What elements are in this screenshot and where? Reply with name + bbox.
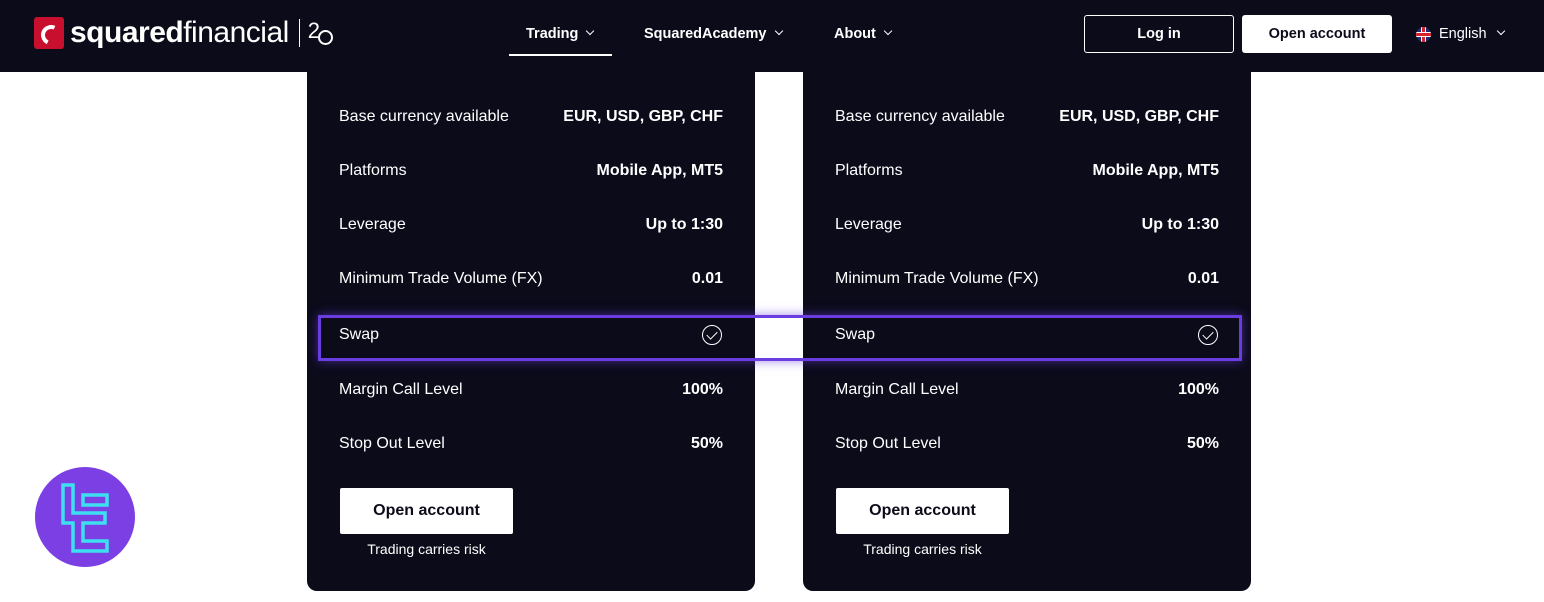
row-label: Leverage	[339, 216, 406, 233]
badge-logo-icon	[61, 483, 109, 553]
language-selector[interactable]: English	[1416, 22, 1505, 46]
open-account-button[interactable]: Open account	[1242, 15, 1392, 53]
row-margin-call: Margin Call Level 100%	[339, 378, 723, 402]
row-label: Stop Out Level	[339, 435, 445, 452]
nav-squaredacademy-label: SquaredAcademy	[644, 26, 767, 42]
top-navbar: squaredfinancial 2 Trading SquaredAcadem…	[0, 0, 1544, 72]
risk-disclaimer: Trading carries risk	[863, 541, 982, 557]
brand-name: squaredfinancial	[70, 16, 289, 50]
login-button[interactable]: Log in	[1084, 15, 1234, 53]
chevron-down-icon	[586, 28, 594, 36]
row-label: Platforms	[339, 162, 407, 179]
row-margin-call: Margin Call Level 100%	[835, 378, 1219, 402]
risk-disclaimer: Trading carries risk	[367, 541, 486, 557]
nav-trading[interactable]: Trading	[526, 22, 594, 46]
row-label: Minimum Trade Volume (FX)	[339, 270, 543, 287]
row-label: Minimum Trade Volume (FX)	[835, 270, 1039, 287]
row-label: Base currency available	[835, 108, 1005, 125]
row-value: 0.01	[1187, 270, 1219, 287]
swap-highlight-box	[318, 315, 1242, 361]
brand-name-bold: squared	[70, 16, 184, 49]
row-min-trade-volume: Minimum Trade Volume (FX) 0.01	[835, 267, 1219, 291]
card-open-account-button[interactable]: Open account	[340, 488, 513, 534]
nav-active-underline	[509, 54, 612, 56]
row-base-currency: Base currency available EUR, USD, GBP, C…	[339, 105, 723, 129]
logo-separator	[298, 19, 300, 47]
row-label: Platforms	[835, 162, 903, 179]
anniversary-mark: 2	[308, 18, 334, 48]
row-stop-out: Stop Out Level 50%	[339, 432, 723, 456]
row-label: Margin Call Level	[835, 381, 959, 398]
row-label: Leverage	[835, 216, 902, 233]
floating-badge[interactable]	[35, 467, 135, 567]
row-value: 0.01	[691, 270, 723, 287]
chevron-down-icon	[775, 28, 783, 36]
row-value: EUR, USD, GBP, CHF	[1059, 108, 1219, 125]
brand-logo[interactable]: squaredfinancial 2	[34, 16, 334, 50]
row-leverage: Leverage Up to 1:30	[339, 213, 723, 237]
row-platforms: Platforms Mobile App, MT5	[835, 159, 1219, 183]
anniversary-ring-icon	[317, 30, 333, 45]
row-value: Up to 1:30	[1141, 216, 1219, 233]
logo-mark-icon	[34, 17, 64, 49]
row-leverage: Leverage Up to 1:30	[835, 213, 1219, 237]
nav-squaredacademy[interactable]: SquaredAcademy	[644, 22, 783, 46]
row-platforms: Platforms Mobile App, MT5	[339, 159, 723, 183]
row-value: 50%	[1186, 435, 1219, 452]
chevron-down-icon	[1497, 28, 1505, 36]
row-label: Margin Call Level	[339, 381, 463, 398]
row-value: 100%	[1178, 381, 1219, 398]
language-label: English	[1439, 26, 1487, 42]
row-value: 50%	[690, 435, 723, 452]
chevron-down-icon	[884, 28, 892, 36]
row-value: Up to 1:30	[645, 216, 723, 233]
row-label: Stop Out Level	[835, 435, 941, 452]
nav-trading-label: Trading	[526, 26, 579, 42]
row-value: Mobile App, MT5	[596, 162, 723, 179]
uk-flag-icon	[1416, 26, 1431, 42]
row-value: EUR, USD, GBP, CHF	[563, 108, 723, 125]
nav-about-label: About	[834, 26, 876, 42]
card-open-account-button[interactable]: Open account	[836, 488, 1009, 534]
row-value: Mobile App, MT5	[1092, 162, 1219, 179]
nav-about[interactable]: About	[834, 22, 892, 46]
row-label: Base currency available	[339, 108, 509, 125]
row-value: 100%	[682, 381, 723, 398]
row-base-currency: Base currency available EUR, USD, GBP, C…	[835, 105, 1219, 129]
row-stop-out: Stop Out Level 50%	[835, 432, 1219, 456]
row-min-trade-volume: Minimum Trade Volume (FX) 0.01	[339, 267, 723, 291]
brand-name-regular: financial	[183, 16, 289, 49]
